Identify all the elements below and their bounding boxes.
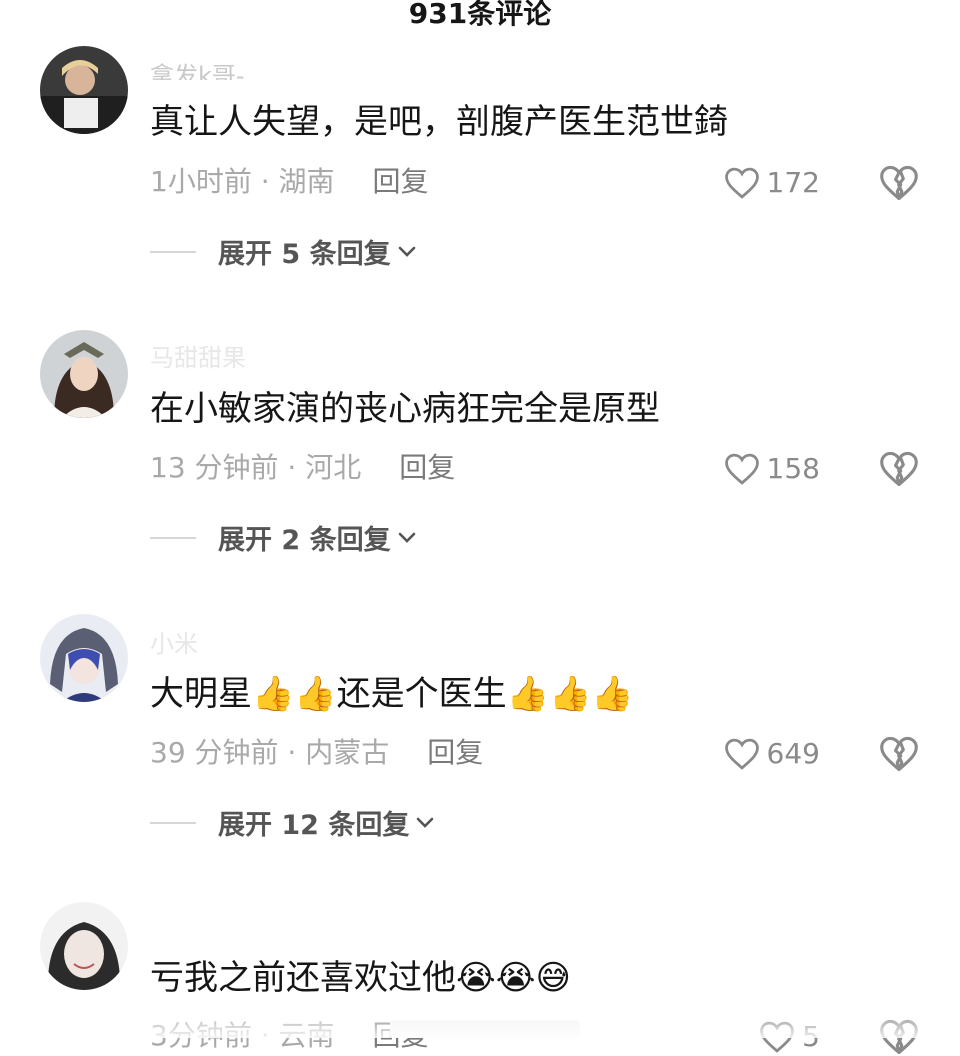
dislike-button[interactable] xyxy=(878,164,920,202)
heart-outline-icon xyxy=(723,452,761,486)
username[interactable]: 拿发k哥- xyxy=(150,56,245,80)
thumbs-up-emoji: 👍👍👍 xyxy=(506,674,634,714)
comment-text: 真让人失望，是吧，剖腹产医生范世錡 xyxy=(150,102,728,142)
broken-heart-icon xyxy=(878,735,920,773)
comment-meta: 1小时前 · 湖南 回复 xyxy=(150,166,429,198)
divider xyxy=(150,821,196,824)
like-button[interactable]: 649 xyxy=(723,737,820,771)
chevron-down-icon xyxy=(417,817,434,828)
emoji-group: 😭😭😅 xyxy=(456,958,571,998)
time-location: 1小时前 · 湖南 xyxy=(150,165,335,198)
comment-text-part: 还是个医生 xyxy=(336,674,507,714)
avatar[interactable] xyxy=(40,46,128,134)
like-button[interactable]: 172 xyxy=(723,166,820,200)
divider xyxy=(150,536,196,539)
bottom-fade xyxy=(0,1008,960,1038)
expand-replies-label: 展开 5 条回复 xyxy=(218,239,391,270)
chevron-down-icon xyxy=(398,532,415,543)
broken-heart-icon xyxy=(878,450,920,488)
broken-heart-icon xyxy=(878,164,920,202)
heart-outline-icon xyxy=(723,166,761,200)
expand-replies-label: 展开 2 条回复 xyxy=(218,525,391,556)
avatar[interactable] xyxy=(40,614,128,702)
thumbs-up-emoji: 👍👍 xyxy=(252,674,337,714)
avatar[interactable] xyxy=(40,902,128,990)
reply-button[interactable]: 回复 xyxy=(427,736,483,769)
reply-button[interactable]: 回复 xyxy=(373,165,429,198)
dislike-button[interactable] xyxy=(878,735,920,773)
comment-text: 在小敏家演的丧心病狂完全是原型 xyxy=(150,389,660,429)
like-button[interactable]: 158 xyxy=(723,452,820,486)
time-location: 13 分钟前 · 河北 xyxy=(150,451,362,484)
comment-meta: 39 分钟前 · 内蒙古 回复 xyxy=(150,737,483,769)
expand-replies-label: 展开 12 条回复 xyxy=(218,810,410,841)
avatar[interactable] xyxy=(40,330,128,418)
time-location: 39 分钟前 · 内蒙古 xyxy=(150,736,390,769)
expand-replies-button[interactable]: 展开 12 条回复 xyxy=(150,803,435,842)
comment-text: 亏我之前还喜欢过他😭😭😅 xyxy=(150,958,571,998)
chevron-down-icon xyxy=(398,246,415,257)
divider xyxy=(150,250,196,253)
comment-meta: 13 分钟前 · 河北 回复 xyxy=(150,452,455,484)
comment-text-part: 大明星 xyxy=(150,674,252,714)
username[interactable]: 小米 xyxy=(150,624,198,659)
comments-count-title: 931条评论 xyxy=(408,0,552,30)
username[interactable]: 马甜甜果 xyxy=(150,338,246,373)
like-count: 649 xyxy=(766,737,820,770)
expand-replies-button[interactable]: 展开 2 条回复 xyxy=(150,518,417,557)
expand-replies-button[interactable]: 展开 5 条回复 xyxy=(150,232,417,271)
comment-text-part: 亏我之前还喜欢过他 xyxy=(150,958,456,998)
like-count: 172 xyxy=(766,166,820,199)
heart-outline-icon xyxy=(723,737,761,771)
comment-text: 大明星👍👍还是个医生👍👍👍 xyxy=(150,674,634,714)
dislike-button[interactable] xyxy=(878,450,920,488)
like-count: 158 xyxy=(766,452,820,485)
reply-button[interactable]: 回复 xyxy=(399,451,455,484)
